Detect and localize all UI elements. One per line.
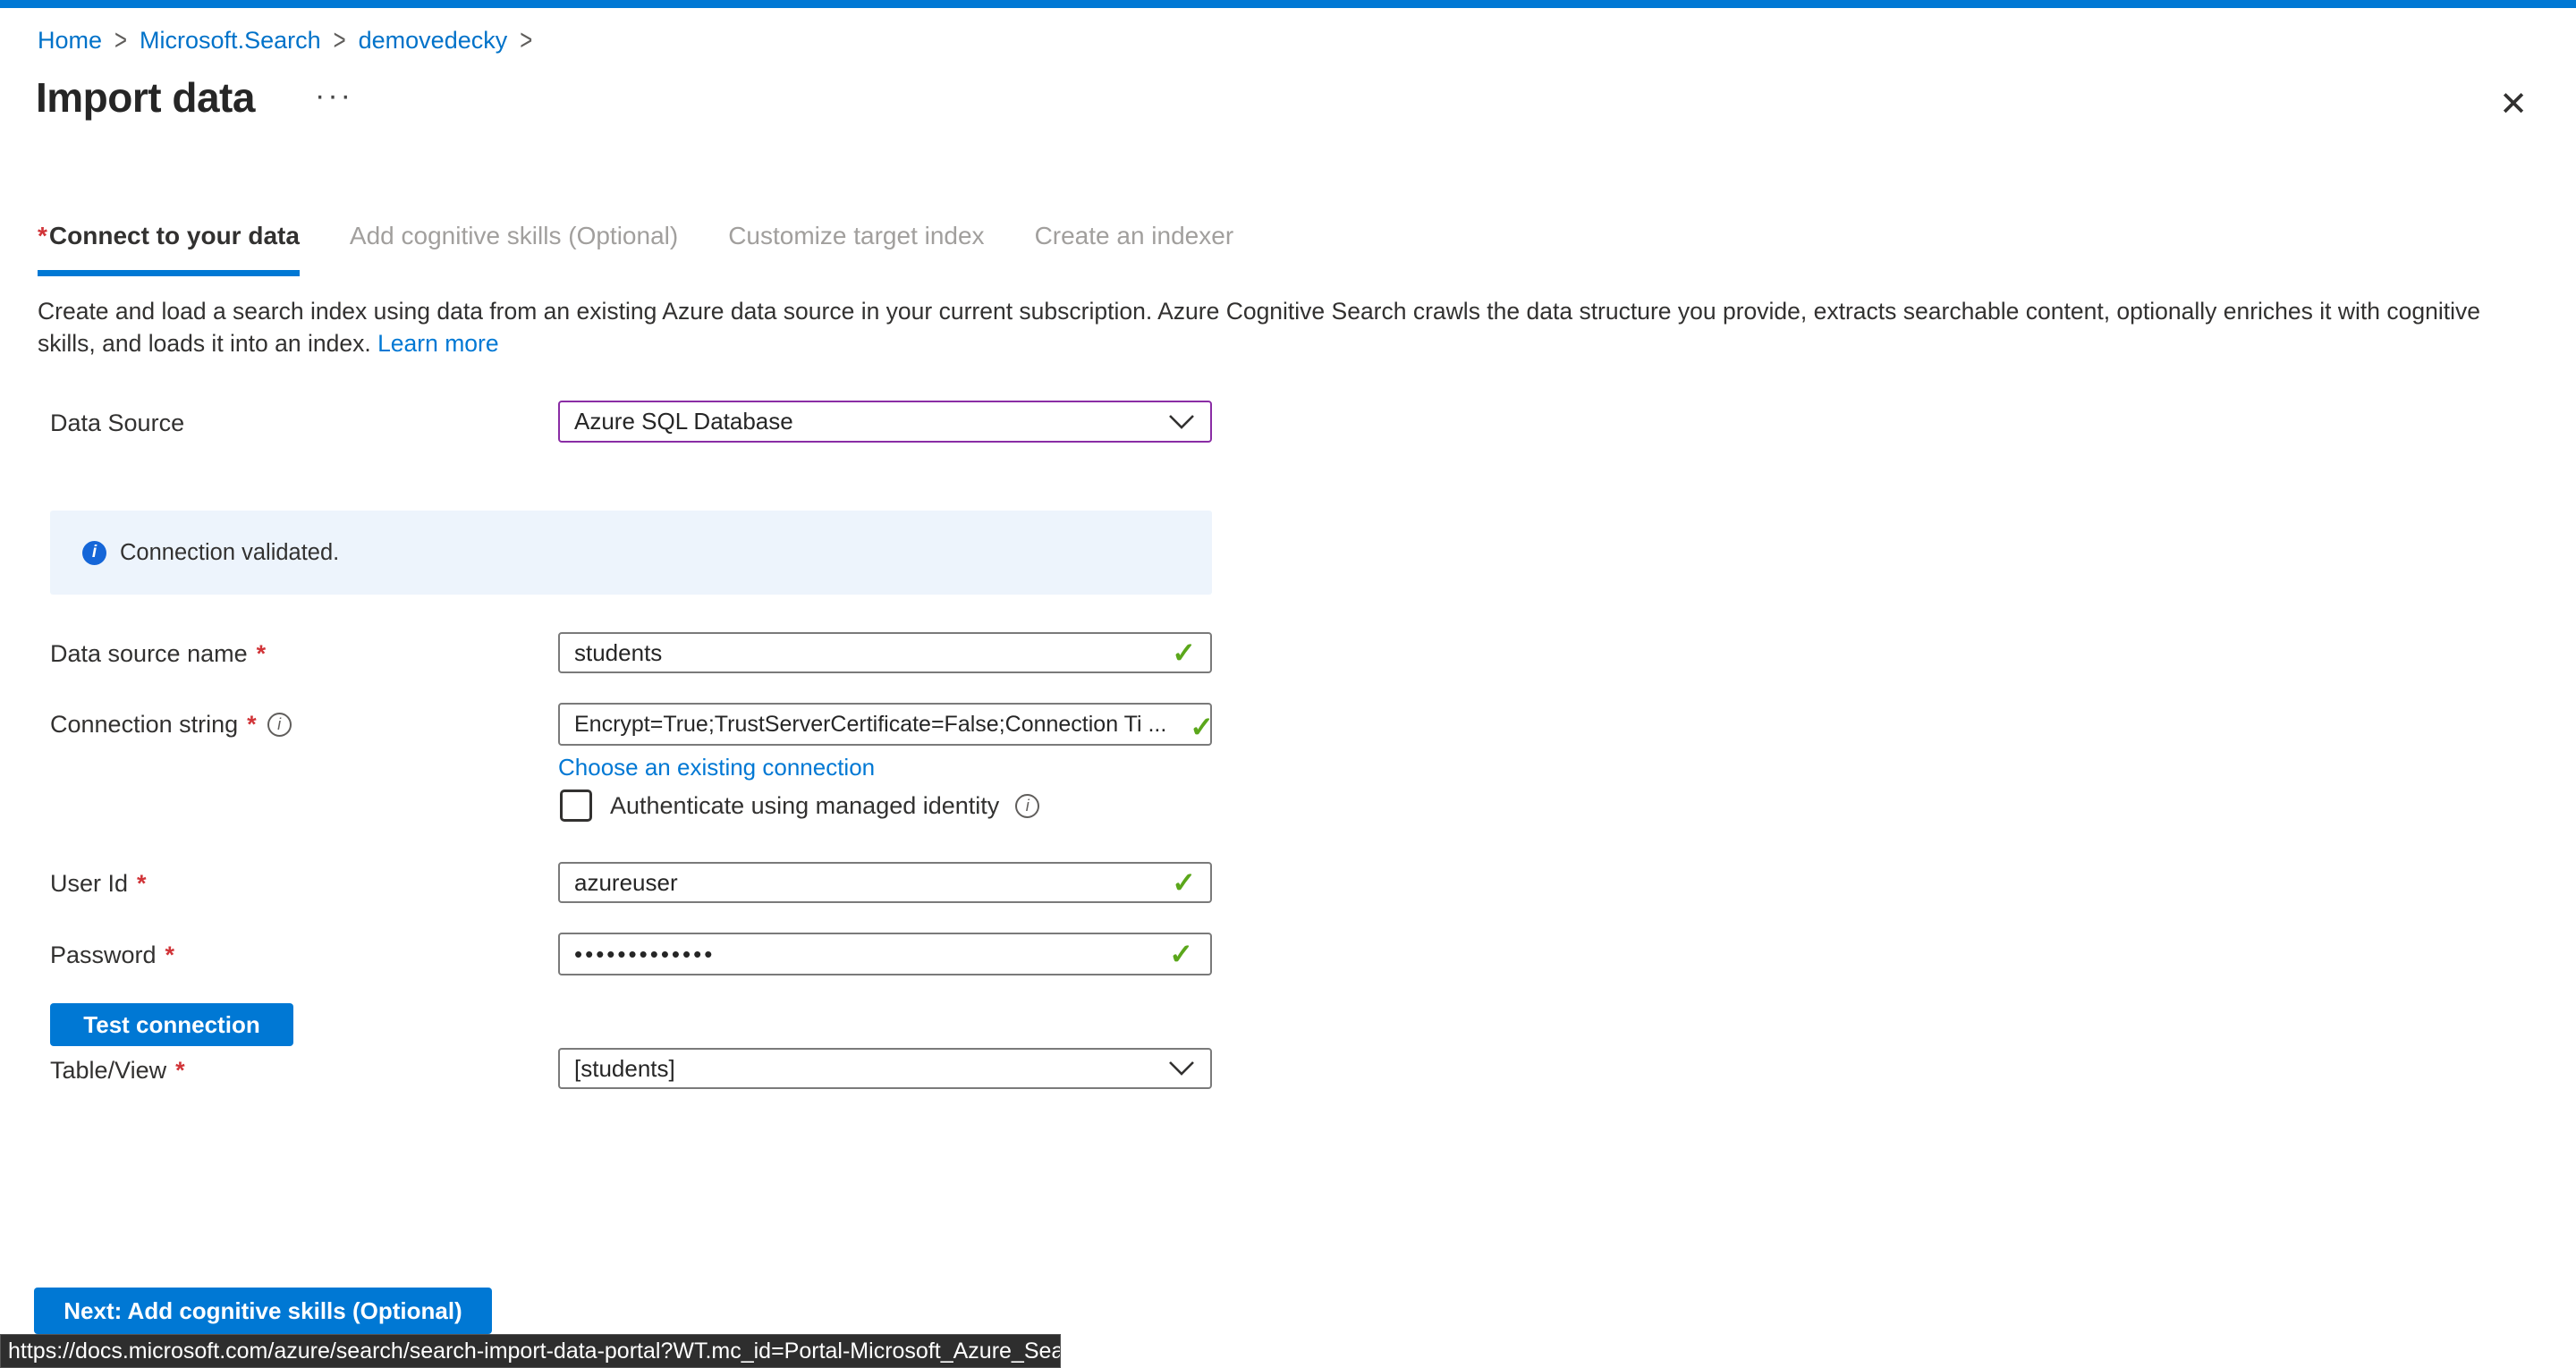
info-tooltip-icon[interactable]: i: [1015, 794, 1039, 818]
managed-identity-checkbox[interactable]: [560, 790, 592, 822]
password-masked-value: •••••••••••••: [574, 941, 715, 968]
valid-check-icon: ✓: [1190, 710, 1212, 744]
tab-add-cognitive-skills[interactable]: Add cognitive skills (Optional): [350, 222, 678, 276]
data-source-label: Data Source: [50, 410, 184, 437]
breadcrumb-demovedecky[interactable]: demovedecky: [359, 27, 508, 55]
wizard-tabs: *Connect to your data Add cognitive skil…: [38, 222, 1233, 276]
data-source-name-input[interactable]: students ✓: [558, 632, 1212, 673]
managed-identity-row: Authenticate using managed identity i: [560, 790, 1039, 822]
breadcrumb-home[interactable]: Home: [38, 27, 102, 55]
table-view-label: Table/View *: [50, 1057, 187, 1085]
connection-string-value: Encrypt=True;TrustServerCertificate=Fals…: [574, 712, 1166, 738]
label-text: Connection string: [50, 711, 238, 739]
label-text: Data source name: [50, 640, 248, 668]
learn-more-link[interactable]: Learn more: [377, 330, 499, 357]
connection-string-label: Connection string * i: [50, 711, 292, 739]
page-title: Import data: [36, 73, 255, 122]
required-asterisk: *: [38, 222, 47, 249]
data-source-name-label: Data source name *: [50, 640, 267, 668]
data-source-value: Azure SQL Database: [574, 408, 793, 435]
choose-existing-connection-link[interactable]: Choose an existing connection: [558, 754, 875, 781]
data-source-name-value: students: [574, 639, 662, 667]
link-url-status-bar: https://docs.microsoft.com/azure/search/…: [0, 1334, 1061, 1368]
breadcrumb-microsoft-search[interactable]: Microsoft.Search: [140, 27, 321, 55]
valid-check-icon: ✓: [1172, 636, 1196, 670]
info-tooltip-icon[interactable]: i: [267, 713, 292, 737]
label-text: User Id: [50, 870, 128, 898]
tab-connect-to-your-data[interactable]: *Connect to your data: [38, 222, 300, 276]
close-icon[interactable]: ✕: [2492, 82, 2535, 125]
chevron-down-icon: [1167, 413, 1196, 431]
user-id-input[interactable]: azureuser ✓: [558, 862, 1212, 903]
status-url-text: https://docs.microsoft.com/azure/search/…: [8, 1338, 1061, 1364]
user-id-value: azureuser: [574, 869, 678, 897]
valid-check-icon: ✓: [1172, 866, 1196, 899]
next-add-cognitive-skills-button[interactable]: Next: Add cognitive skills (Optional): [34, 1288, 492, 1334]
banner-text: Connection validated.: [120, 540, 339, 566]
label-text: Table/View: [50, 1057, 166, 1085]
breadcrumb-separator-icon: >: [114, 24, 127, 58]
more-menu-icon[interactable]: ···: [315, 79, 353, 114]
breadcrumb-separator-icon: >: [520, 24, 532, 58]
import-data-blade: Home > Microsoft.Search > demovedecky > …: [0, 0, 2576, 1368]
connection-string-input[interactable]: Encrypt=True;TrustServerCertificate=Fals…: [558, 703, 1212, 746]
connection-validated-banner: i Connection validated.: [50, 511, 1212, 595]
chevron-down-icon: [1167, 1060, 1196, 1077]
label-text: Data Source: [50, 410, 184, 437]
table-view-dropdown[interactable]: [students]: [558, 1048, 1212, 1089]
tab-customize-target-index[interactable]: Customize target index: [728, 222, 984, 276]
breadcrumb: Home > Microsoft.Search > demovedecky >: [38, 27, 532, 55]
breadcrumb-separator-icon: >: [334, 24, 346, 58]
data-source-dropdown[interactable]: Azure SQL Database: [558, 401, 1212, 443]
password-label: Password *: [50, 942, 176, 969]
blade-description: Create and load a search index using dat…: [38, 295, 2542, 359]
required-asterisk: *: [247, 711, 257, 739]
required-asterisk: *: [137, 870, 147, 898]
tab-label: Connect to your data: [49, 222, 300, 249]
required-asterisk: *: [257, 640, 267, 668]
table-view-value: [students]: [574, 1055, 675, 1083]
required-asterisk: *: [165, 942, 175, 969]
managed-identity-label: Authenticate using managed identity: [610, 792, 999, 820]
test-connection-button[interactable]: Test connection: [50, 1003, 293, 1046]
user-id-label: User Id *: [50, 870, 148, 898]
azure-top-bar: [0, 0, 2576, 8]
valid-check-icon: ✓: [1169, 937, 1196, 971]
tab-create-an-indexer[interactable]: Create an indexer: [1035, 222, 1234, 276]
label-text: Password: [50, 942, 157, 969]
password-input[interactable]: ••••••••••••• ✓: [558, 933, 1212, 975]
info-filled-icon: i: [82, 541, 106, 565]
required-asterisk: *: [175, 1057, 185, 1085]
